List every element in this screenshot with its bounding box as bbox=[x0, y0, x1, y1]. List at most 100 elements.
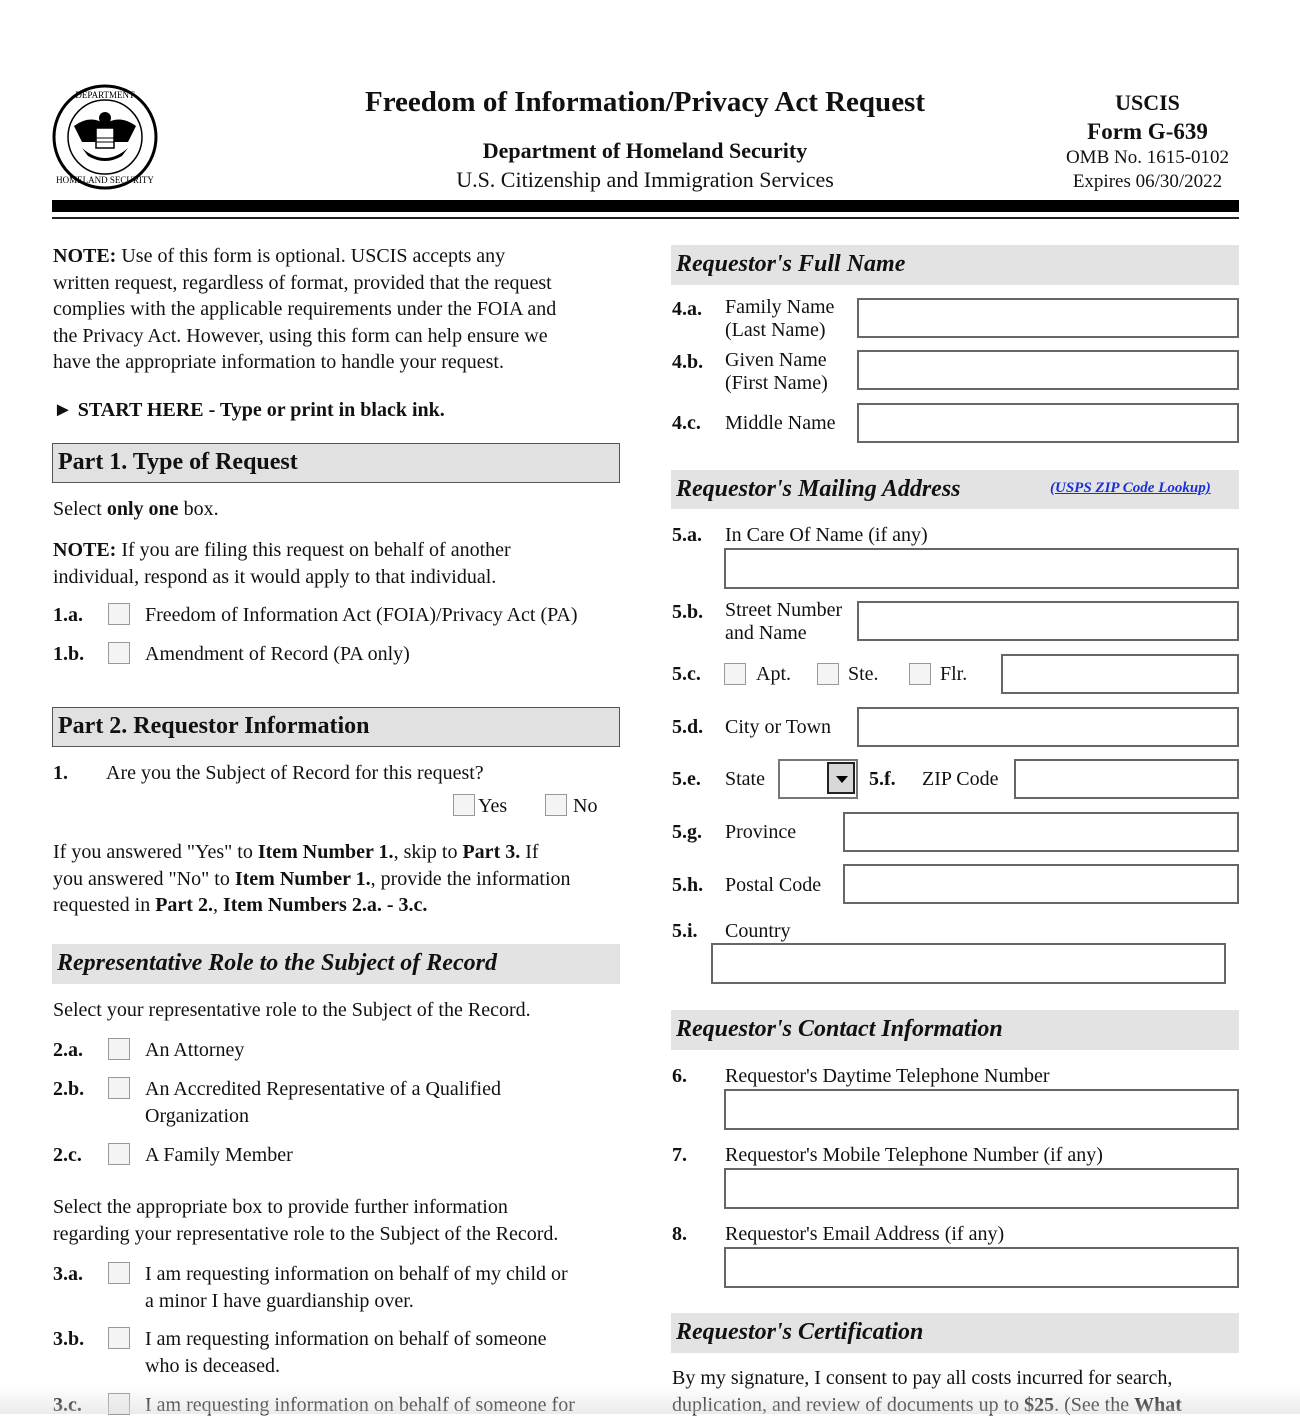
child-minor-checkbox[interactable] bbox=[108, 1262, 130, 1284]
item-5c-number: 5.c. bbox=[672, 663, 701, 685]
part2-instruction: If you answered "Yes" to Item Number 1.,… bbox=[53, 841, 571, 916]
country-input[interactable] bbox=[711, 943, 1226, 984]
header-divider-thick bbox=[52, 200, 1239, 212]
contact-info-header: Requestor's Contact Information bbox=[671, 1010, 1239, 1050]
in-care-of-input[interactable] bbox=[724, 548, 1239, 589]
chevron-down-icon[interactable] bbox=[827, 762, 855, 794]
item-5a-number: 5.a. bbox=[672, 524, 702, 546]
subject-no-label: No bbox=[573, 795, 598, 817]
item-3a-number: 3.a. bbox=[53, 1263, 83, 1285]
ste-label: Ste. bbox=[848, 663, 879, 685]
consent-label: I am requesting information on behalf of… bbox=[145, 1394, 575, 1416]
attorney-checkbox[interactable] bbox=[108, 1038, 130, 1060]
item-1b-number: 1.b. bbox=[53, 643, 85, 665]
apt-label: Apt. bbox=[756, 663, 791, 685]
certification-header: Requestor's Certification bbox=[671, 1313, 1239, 1353]
state-select[interactable] bbox=[778, 759, 858, 799]
agency-name: U.S. Citizenship and Immigration Service… bbox=[456, 167, 834, 192]
header-divider-thin bbox=[52, 217, 1239, 219]
ste-checkbox[interactable] bbox=[817, 663, 839, 685]
flr-checkbox[interactable] bbox=[909, 663, 931, 685]
in-care-of-label: In Care Of Name (if any) bbox=[725, 524, 928, 546]
item-5d-number: 5.d. bbox=[672, 716, 704, 738]
family-name-input[interactable] bbox=[857, 298, 1239, 338]
state-label: State bbox=[725, 768, 765, 790]
item-2c-number: 2.c. bbox=[53, 1144, 82, 1166]
item-5h-number: 5.h. bbox=[672, 874, 704, 896]
part1-select-instruction: Select only one box. bbox=[53, 498, 219, 520]
representative-select-instruction: Select your representative role to the S… bbox=[53, 999, 531, 1021]
item-3c-number: 3.c. bbox=[53, 1394, 82, 1416]
part1-note: NOTE: If you are filing this request on … bbox=[53, 539, 511, 588]
amendment-label: Amendment of Record (PA only) bbox=[145, 643, 410, 665]
foia-pa-label: Freedom of Information Act (FOIA)/Privac… bbox=[145, 604, 578, 626]
certification-text: By my signature, I consent to pay all co… bbox=[672, 1367, 1182, 1416]
omb-number: OMB No. 1615-0102 bbox=[1065, 147, 1230, 168]
item-2a-number: 2.a. bbox=[53, 1039, 83, 1061]
daytime-phone-input[interactable] bbox=[724, 1089, 1239, 1130]
item-2b-number: 2.b. bbox=[53, 1078, 85, 1100]
item-5g-number: 5.g. bbox=[672, 821, 702, 843]
unit-number-input[interactable] bbox=[1001, 654, 1239, 694]
item-5b-number: 5.b. bbox=[672, 601, 704, 623]
flr-label: Flr. bbox=[940, 663, 968, 685]
item-4a-number: 4.a. bbox=[672, 298, 702, 320]
subject-no-checkbox[interactable] bbox=[545, 794, 567, 816]
city-input[interactable] bbox=[857, 707, 1239, 747]
intro-note: NOTE: Use of this form is optional. USCI… bbox=[53, 245, 557, 373]
deceased-label: I am requesting information on behalf of… bbox=[145, 1328, 547, 1377]
amendment-checkbox[interactable] bbox=[108, 642, 130, 664]
svg-text:DEPARTMENT: DEPARTMENT bbox=[75, 90, 135, 100]
middle-name-label: Middle Name bbox=[725, 412, 836, 434]
child-minor-label: I am requesting information on behalf of… bbox=[145, 1263, 568, 1312]
usps-zip-lookup-link[interactable]: (USPS ZIP Code Lookup) bbox=[1050, 480, 1211, 497]
further-info-instruction: Select the appropriate box to provide fu… bbox=[53, 1196, 559, 1245]
attorney-label: An Attorney bbox=[145, 1039, 245, 1061]
form-number: Form G-639 bbox=[1087, 119, 1208, 144]
foia-pa-checkbox[interactable] bbox=[108, 603, 130, 625]
country-label: Country bbox=[725, 920, 791, 942]
item-6-number: 6. bbox=[672, 1065, 687, 1087]
daytime-phone-label: Requestor's Daytime Telephone Number bbox=[725, 1065, 1050, 1087]
form-identifier: USCIS Form G-639 OMB No. 1615-0102 Expir… bbox=[1050, 88, 1245, 194]
email-input[interactable] bbox=[724, 1247, 1239, 1288]
item-7-number: 7. bbox=[672, 1144, 687, 1166]
full-name-header: Requestor's Full Name bbox=[671, 245, 1239, 285]
question-1-text: Are you the Subject of Record for this r… bbox=[106, 762, 484, 784]
item-5e-number: 5.e. bbox=[672, 768, 701, 790]
postal-code-input[interactable] bbox=[843, 864, 1239, 904]
subject-yes-label: Yes bbox=[478, 795, 508, 817]
mailing-address-title: Requestor's Mailing Address bbox=[676, 476, 961, 502]
accredited-rep-checkbox[interactable] bbox=[108, 1077, 130, 1099]
agency-short: USCIS bbox=[1115, 90, 1180, 115]
item-4c-number: 4.c. bbox=[672, 412, 701, 434]
street-label: Street Number and Name bbox=[725, 599, 843, 644]
deceased-checkbox[interactable] bbox=[108, 1327, 130, 1349]
start-here-instruction: ► START HERE - Type or print in black in… bbox=[53, 399, 445, 421]
note-label: NOTE: bbox=[53, 245, 117, 267]
postal-code-label: Postal Code bbox=[725, 874, 822, 896]
family-name-label: Family Name (Last Name) bbox=[725, 296, 835, 341]
family-member-label: A Family Member bbox=[145, 1144, 293, 1166]
street-input[interactable] bbox=[857, 601, 1239, 641]
province-label: Province bbox=[725, 821, 797, 843]
given-name-input[interactable] bbox=[857, 350, 1239, 390]
item-8-number: 8. bbox=[672, 1223, 687, 1245]
consent-checkbox[interactable] bbox=[108, 1393, 130, 1415]
dhs-seal-icon: DEPARTMENT HOMELAND SECURITY bbox=[52, 84, 158, 190]
mobile-phone-input[interactable] bbox=[724, 1168, 1239, 1209]
province-input[interactable] bbox=[843, 812, 1239, 852]
accredited-rep-label: An Accredited Representative of a Qualif… bbox=[145, 1078, 501, 1127]
part2-header: Part 2. Requestor Information bbox=[52, 707, 620, 747]
department-name: Department of Homeland Security bbox=[482, 138, 808, 163]
item-5f-number: 5.f. bbox=[869, 768, 896, 790]
zip-input[interactable] bbox=[1014, 759, 1239, 799]
apt-checkbox[interactable] bbox=[724, 663, 746, 685]
representative-role-header: Representative Role to the Subject of Re… bbox=[52, 944, 620, 984]
family-member-checkbox[interactable] bbox=[108, 1143, 130, 1165]
subject-yes-checkbox[interactable] bbox=[453, 794, 475, 816]
svg-text:HOMELAND SECURITY: HOMELAND SECURITY bbox=[56, 175, 154, 185]
question-1-number: 1. bbox=[53, 762, 68, 784]
middle-name-input[interactable] bbox=[857, 403, 1239, 443]
part1-header: Part 1. Type of Request bbox=[52, 443, 620, 483]
